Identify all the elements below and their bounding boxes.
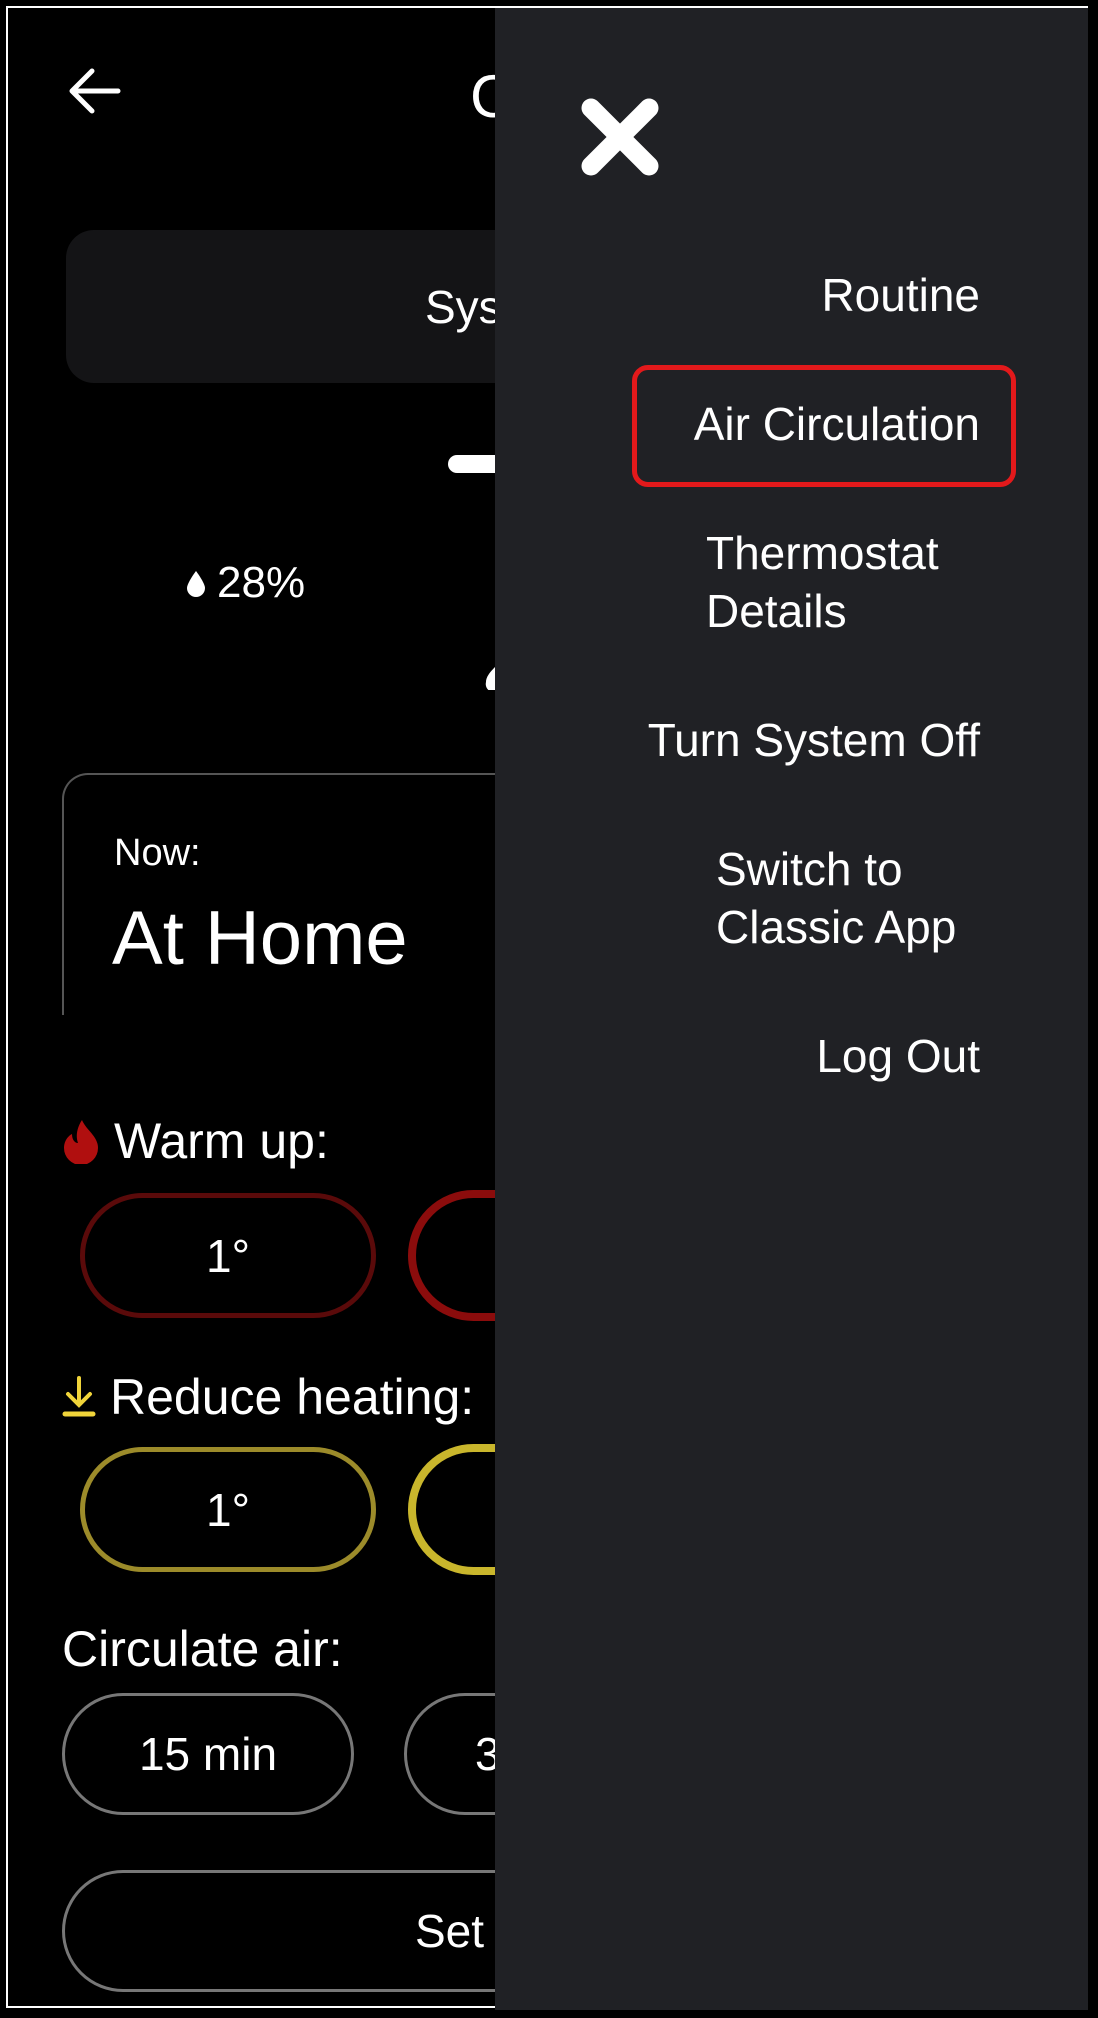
reduce-heating-heading: Reduce heating: [62,1368,474,1426]
menu-item-turn-system-off[interactable]: Turn System Off [648,711,980,769]
now-label: Now: [114,832,201,874]
menu-item-log-out[interactable]: Log Out [816,1027,980,1085]
menu-item-line: Thermostat [706,527,939,579]
water-drop-icon [187,571,205,597]
arrow-down-to-line-icon [62,1376,96,1417]
menu-item-line: Classic App [716,901,957,953]
warm-up-label: Warm up: [114,1113,329,1169]
arrow-left-icon[interactable] [66,66,122,116]
now-value: At Home [112,896,408,981]
menu-item-line: Switch to [716,843,903,895]
close-icon[interactable] [575,92,665,182]
menu-item-air-circulation[interactable]: Air Circulation [694,395,980,453]
circulate-air-heading: Circulate air: [62,1620,343,1678]
menu-item-thermostat-details[interactable]: Thermostat Details [706,524,939,640]
circulate-air-label: Circulate air: [62,1621,343,1677]
flame-icon [64,1120,98,1164]
reduce-heating-label: Reduce heating: [110,1369,475,1425]
warm-up-heading: Warm up: [62,1112,329,1170]
menu-item-switch-classic-app[interactable]: Switch to Classic App [716,840,956,956]
menu-item-routine[interactable]: Routine [821,266,980,324]
side-menu [495,8,1088,2010]
humidity-value: 28% [217,558,306,607]
circulate-15-min-button[interactable]: 15 min [62,1693,354,1815]
menu-item-line: Details [706,585,847,637]
reduce-heating-1-button[interactable]: 1° [80,1447,376,1572]
warm-up-1-button[interactable]: 1° [80,1193,376,1318]
system-mode-label: Sys [425,281,502,333]
humidity-readout: 28% [185,558,305,608]
